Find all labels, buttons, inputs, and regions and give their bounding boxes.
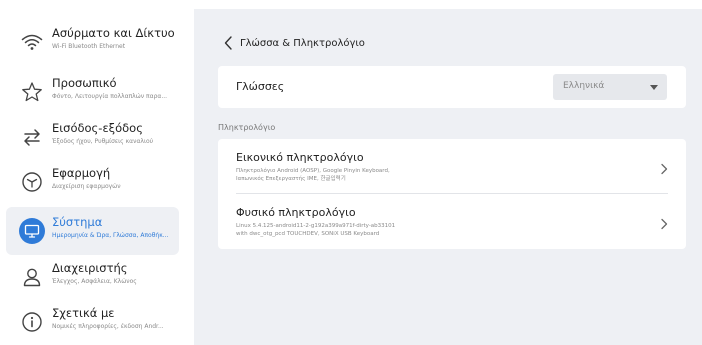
keyboard-row-subtitle: Πληκτρολόγιο Android (AOSP), Google Piny… bbox=[236, 167, 390, 183]
sidebar-item-subtitle: Διαχείριση εφαρμογών bbox=[52, 183, 121, 190]
chevron-right-icon bbox=[660, 160, 668, 175]
languages-label: Γλώσσες bbox=[236, 80, 285, 93]
keyboards-card: Εικονικό πληκτρολόγιο Πληκτρολόγιο Andro… bbox=[218, 139, 686, 249]
sidebar-item-subtitle: Wi-Fi Bluetooth Ethernet bbox=[52, 43, 126, 50]
caret-down-icon bbox=[650, 85, 658, 90]
sidebar-item-personal[interactable]: Προσωπικό Φόντο, Λειτουργία πολλαπλών πα… bbox=[6, 68, 179, 116]
swap-arrows-icon bbox=[20, 125, 44, 149]
sidebar-item-about[interactable]: Σχετικά με Νομικές πληροφορίες, έκδοση A… bbox=[6, 298, 179, 345]
physical-keyboard-row[interactable]: Φυσικό πληκτρολόγιο Linux 5.4.125-androi… bbox=[218, 194, 686, 248]
sidebar-item-application[interactable]: Εφαρμογή Διαχείριση εφαρμογών bbox=[6, 158, 179, 206]
languages-card: Γλώσσες Ελληνικά bbox=[218, 66, 686, 108]
keyboard-row-title: Φυσικό πληκτρολόγιο bbox=[236, 206, 356, 219]
sidebar-item-wireless-network[interactable]: Ασύρματο και Δίκτυο Wi-Fi Bluetooth Ethe… bbox=[6, 18, 179, 66]
language-dropdown[interactable]: Ελληνικά bbox=[553, 74, 667, 100]
sidebar-item-system[interactable]: Σύστημα Ημερομηνία & Ώρα, Γλώσσα, Αποθήκ… bbox=[6, 207, 179, 255]
sidebar-item-administrator[interactable]: Διαχειριστής Έλεγχος, Ασφάλεια, Κλώνος bbox=[6, 253, 179, 301]
chevron-right-icon bbox=[660, 215, 668, 230]
app-cube-icon bbox=[20, 170, 44, 194]
sidebar-item-subtitle: Φόντο, Λειτουργία πολλαπλών παρα... bbox=[52, 93, 168, 100]
sidebar-item-subtitle: Έλεγχος, Ασφάλεια, Κλώνος bbox=[52, 278, 137, 285]
sidebar-item-title: Προσωπικό bbox=[52, 76, 117, 90]
sidebar-item-title: Εισόδος-εξόδος bbox=[52, 121, 143, 135]
user-icon bbox=[20, 265, 44, 289]
wifi-icon bbox=[20, 30, 44, 54]
sidebar-item-title: Σχετικά με bbox=[52, 306, 115, 320]
sidebar-item-subtitle: Νομικές πληροφορίες, έκδοση Andr... bbox=[52, 323, 164, 330]
keyboard-row-subtitle: Linux 5.4.125-android11-2-g192a399a971f-… bbox=[236, 222, 395, 238]
info-icon bbox=[20, 310, 44, 334]
language-selected-value: Ελληνικά bbox=[563, 81, 605, 91]
keyboard-section-label: Πληκτρολόγιο bbox=[218, 123, 276, 132]
settings-sidebar: Ασύρματο και Δίκτυο Wi-Fi Bluetooth Ethe… bbox=[0, 0, 186, 345]
sidebar-item-title: Εφαρμογή bbox=[52, 166, 111, 180]
sidebar-item-title: Ασύρματο και Δίκτυο bbox=[52, 26, 175, 40]
keyboard-row-subtitle-line: Linux 5.4.125-android11-2-g192a399a971f-… bbox=[236, 223, 396, 229]
sidebar-item-title: Σύστημα bbox=[52, 215, 103, 229]
virtual-keyboard-row[interactable]: Εικονικό πληκτρολόγιο Πληκτρολόγιο Andro… bbox=[218, 139, 686, 193]
keyboard-row-subtitle-line: Ιαπωνικός Επεξεργαστής IME, 한글입력기 bbox=[236, 176, 346, 182]
sidebar-item-title: Διαχειριστής bbox=[52, 261, 128, 275]
page-title: Γλώσσα & Πληκτρολόγιο bbox=[240, 37, 365, 49]
sidebar-item-subtitle: Έξοδος ήχου, Ρυθμίσεις καναλιού bbox=[52, 138, 154, 145]
keyboard-row-title: Εικονικό πληκτρολόγιο bbox=[236, 151, 364, 164]
back-chevron-icon[interactable] bbox=[222, 35, 234, 51]
page-header: Γλώσσα & Πληκτρολόγιο bbox=[222, 34, 365, 52]
star-icon bbox=[20, 80, 44, 104]
monitor-icon bbox=[19, 218, 45, 244]
sidebar-item-subtitle: Ημερομηνία & Ώρα, Γλώσσα, Αποθήκ... bbox=[52, 232, 169, 239]
keyboard-row-subtitle-line: with dwc_otg_pcd TOUCHDEV, SONiX USB Key… bbox=[236, 231, 380, 237]
keyboard-row-subtitle-line: Πληκτρολόγιο Android (AOSP), Google Piny… bbox=[236, 168, 390, 174]
sidebar-item-input-output[interactable]: Εισόδος-εξόδος Έξοδος ήχου, Ρυθμίσεις κα… bbox=[6, 113, 179, 161]
